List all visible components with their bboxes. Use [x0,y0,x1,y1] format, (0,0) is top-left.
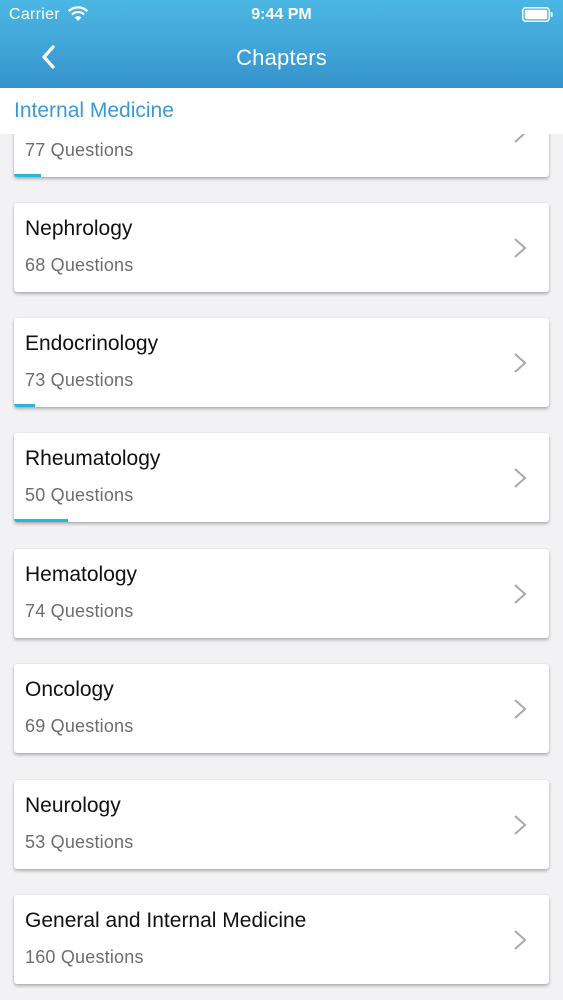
chevron-right-icon [514,353,527,373]
chevron-right-icon [514,699,527,719]
question-count: 77 Questions [25,140,134,160]
question-count: 69 Questions [25,716,134,736]
chapter-name: General and Internal Medicine [25,909,307,932]
chapter-card[interactable]: 77 Questions [14,134,549,177]
chapter-name: Nephrology [25,217,133,240]
progress-bar [14,174,41,177]
question-count: 160 Questions [25,947,144,967]
chapter-card[interactable]: General and Internal Medicine 160 Questi… [14,895,549,984]
chapter-card[interactable]: Endocrinology 73 Questions [14,318,549,407]
page-title: Chapters [236,45,327,70]
chevron-right-icon [514,815,527,835]
chapter-name: Rheumatology [25,447,161,470]
clock: 9:44 PM [251,6,312,23]
chapter-list[interactable]: 77 Questions Nephrology 68 Questions End… [0,134,563,1000]
chapter-card[interactable]: Rheumatology 50 Questions [14,433,549,522]
question-count: 50 Questions [25,485,134,505]
chevron-right-icon [514,134,526,143]
progress-bar [14,519,68,522]
chapter-card[interactable]: Oncology 69 Questions [14,664,549,753]
section-title: Internal Medicine [14,99,174,122]
question-count: 73 Questions [25,370,134,390]
chapter-card[interactable]: Hematology 74 Questions [14,549,549,638]
chevron-right-icon [514,468,527,488]
chevron-right-icon [514,238,527,258]
chapter-name: Oncology [25,678,114,701]
chevron-right-icon [514,930,527,950]
chapter-name: Hematology [25,563,138,586]
question-count: 68 Questions [25,255,134,275]
chapter-card[interactable]: Neurology 53 Questions [14,780,549,869]
chapter-name: Neurology [25,794,121,817]
question-count: 53 Questions [25,832,134,852]
chapter-card[interactable]: Nephrology 68 Questions [14,203,549,292]
question-count: 74 Questions [25,601,134,621]
progress-bar [14,404,36,407]
battery-icon [522,7,553,22]
navigation-bar: Carrier 9:44 PM Chapters [0,0,563,88]
chevron-right-icon [514,584,527,604]
chapter-name: Endocrinology [25,332,159,355]
section-header: Internal Medicine [0,88,563,134]
status-bar: Carrier 9:44 PM [0,0,563,30]
